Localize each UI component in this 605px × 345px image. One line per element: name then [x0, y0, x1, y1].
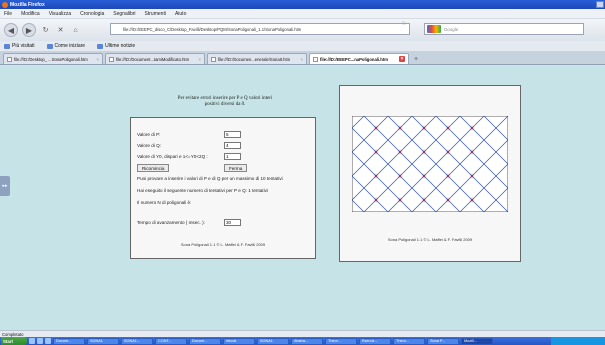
new-tab-icon[interactable]: +	[411, 54, 421, 64]
page-icon	[313, 56, 318, 62]
restart-button[interactable]: Ricomincia	[137, 164, 170, 172]
rss-icon	[97, 43, 104, 49]
menu-aiuto[interactable]: Aiuto	[175, 11, 186, 17]
bookmark-piu-visitati[interactable]: Più visitati	[4, 43, 35, 49]
field-label-p: Valore di P:	[137, 132, 161, 137]
search-placeholder: Google	[444, 26, 459, 32]
task-item[interactable]: SONA1	[87, 337, 119, 345]
field-label-y0: Valore di Y0, dispari e 1<=Y0<2Q :	[137, 154, 208, 159]
p-input[interactable]: 5	[224, 131, 241, 138]
system-tray	[551, 337, 605, 345]
task-item[interactable]: Abstra...	[291, 337, 323, 345]
close-icon[interactable]: ×	[301, 57, 303, 62]
bookmark-icon	[46, 43, 53, 49]
quicklaunch-icon[interactable]	[37, 338, 43, 344]
menu-visualizza[interactable]: Visualizza	[49, 11, 71, 17]
home-icon[interactable]: ⌂	[70, 25, 81, 36]
bookmarks-toolbar: Più visitati Come iniziare Ultime notizi…	[0, 41, 605, 51]
menu-bar: File Modifica Visualizza Cronologia Segn…	[0, 9, 605, 19]
close-icon[interactable]: ×	[97, 57, 99, 62]
bookmark-come-iniziare[interactable]: Come iniziare	[46, 43, 85, 49]
stop-icon[interactable]: ✕	[55, 25, 66, 36]
taskbar: Start Docum... SONA1 SONA1... CONT... Do…	[0, 337, 605, 345]
task-item[interactable]: Eserciz...	[359, 337, 391, 345]
tab-strip: file:///D:/Desktop_ ...SonaPoligonali.ht…	[0, 51, 605, 65]
task-item[interactable]: ebook	[223, 337, 255, 345]
menu-cronologia[interactable]: Cronologia	[80, 11, 104, 17]
tab-3[interactable]: file:///D:/Documen...enerale/SonaIt.htm ×	[207, 53, 307, 64]
task-item[interactable]: Sona P...	[427, 337, 459, 345]
search-input[interactable]: Google	[424, 23, 584, 35]
task-item[interactable]: Theor...	[325, 337, 357, 345]
start-button[interactable]: Start	[1, 337, 27, 345]
window-title: Mozilla Firefox	[10, 1, 45, 8]
url-bar[interactable]: file:///D:/EEEPC_disco_C/Desktop_Favilli…	[110, 23, 410, 35]
sona-polygon-canvas	[352, 116, 508, 212]
credit-left: Sona Poligonali 1.1 © L. Maffei & F. Fav…	[180, 242, 266, 247]
drawing-panel: Sona Poligonali 1.1 © L. Maffei & F. Fav…	[339, 85, 521, 262]
task-item-active[interactable]: Mozill...	[461, 337, 493, 345]
tab-1[interactable]: file:///D:/Desktop_ ...SonaPoligonali.ht…	[3, 53, 103, 64]
task-item[interactable]: Theor...	[393, 337, 425, 345]
sidebar-handle[interactable]: ▸▸	[0, 176, 10, 196]
tab-2[interactable]: file:///D:/Document...tamiModificato.htm…	[105, 53, 205, 64]
attempts-count: Hai eseguito il seguente numero di tenta…	[137, 188, 268, 193]
page-icon	[109, 56, 114, 62]
credit-right: Sona Poligonali 1.1 © L. Maffei & F. Fav…	[387, 237, 473, 242]
star-icon[interactable]: ☆	[401, 20, 406, 27]
menu-file[interactable]: File	[4, 11, 12, 17]
speed-input[interactable]: 30	[224, 219, 241, 226]
intro-text: Per evitare errori inserire per P e Q va…	[177, 96, 273, 107]
url-text: file:///D:/EEEPC_disco_C/Desktop_Favilli…	[123, 26, 302, 32]
reload-icon[interactable]: ↻	[40, 25, 51, 36]
field-label-q: Valore di Q:	[137, 143, 161, 148]
task-item[interactable]: Docum...	[189, 337, 221, 345]
quicklaunch-icon[interactable]	[45, 338, 51, 344]
speed-label: Tempo di avanzamento ( msec. ):	[137, 220, 205, 225]
tab-4-active[interactable]: file:///D:/EEEPC...naPoligonali.htm ×	[309, 53, 409, 64]
close-icon[interactable]: ×	[199, 57, 201, 62]
menu-strumenti[interactable]: Strumenti	[145, 11, 166, 17]
google-icon	[427, 25, 441, 33]
bookmark-ultime-notizie[interactable]: Ultime notizie	[97, 43, 135, 49]
back-arrow-icon[interactable]: ◀	[4, 23, 18, 37]
bookmark-icon	[4, 43, 10, 49]
page-content: ▸▸ Per evitare errori inserire per P e Q…	[0, 66, 605, 330]
page-icon	[211, 56, 216, 62]
firefox-icon	[2, 1, 8, 8]
input-panel: Valore di P: 5 Valore di Q: 4 Valore di …	[130, 117, 316, 259]
forward-arrow-icon[interactable]: ▶	[22, 23, 36, 37]
menu-segnalibri[interactable]: Segnalibri	[113, 11, 135, 17]
window-titlebar: Mozilla Firefox	[0, 0, 605, 9]
task-item[interactable]: SONA1...	[121, 337, 153, 345]
stop-button[interactable]: Ferma	[224, 164, 248, 172]
attempts-info: Puoi provare a inserire i valori di P e …	[137, 176, 283, 181]
task-item[interactable]: Docum...	[53, 337, 85, 345]
page-icon	[7, 56, 12, 62]
polygonal-count: Il numero N di poligonali è:	[137, 200, 192, 205]
q-input[interactable]: 4	[224, 142, 241, 149]
y0-input[interactable]: 1	[224, 153, 241, 160]
close-icon[interactable]: ×	[399, 56, 405, 62]
quicklaunch-icon[interactable]	[29, 338, 35, 344]
task-item[interactable]: SONA1	[257, 337, 289, 345]
task-item[interactable]: CONT...	[155, 337, 187, 345]
navigation-toolbar: ◀ ▶ ↻ ✕ ⌂ file:///D:/EEEPC_disco_C/Deskt…	[0, 19, 605, 41]
status-bar: Completato	[0, 330, 605, 337]
menu-modifica[interactable]: Modifica	[21, 11, 40, 17]
window-controls[interactable]	[596, 1, 604, 8]
